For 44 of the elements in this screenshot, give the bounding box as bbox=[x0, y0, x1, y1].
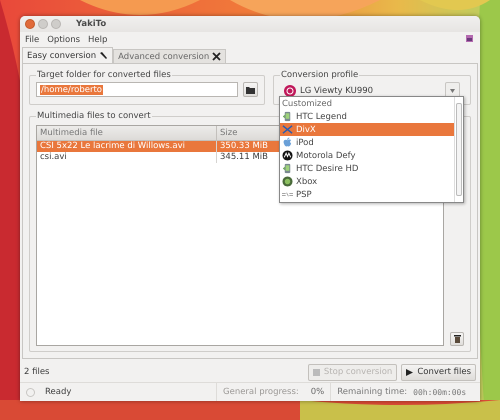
phone-icon bbox=[282, 111, 293, 122]
dropdown-option[interactable]: Xbox bbox=[280, 175, 454, 188]
dropdown-option[interactable]: PSP bbox=[280, 188, 454, 201]
status-text: Ready bbox=[45, 387, 72, 397]
browse-button[interactable] bbox=[243, 82, 258, 97]
tab[interactable]: Easy conversion bbox=[22, 47, 114, 63]
progress-value: 0% bbox=[310, 387, 324, 397]
window-title: YakiTo bbox=[76, 19, 106, 29]
table-cell[interactable]: csi.avi bbox=[37, 152, 217, 163]
cross-icon bbox=[282, 124, 293, 135]
dropdown-option[interactable]: HTC Desire HD bbox=[280, 162, 454, 175]
dropdown-option[interactable]: Customized bbox=[280, 97, 454, 110]
phone-icon bbox=[282, 163, 293, 174]
wrench-icon bbox=[99, 51, 108, 60]
dropdown-option[interactable]: HTC Legend bbox=[280, 110, 454, 123]
folder-icon bbox=[246, 86, 255, 94]
apple-icon bbox=[282, 137, 293, 148]
play-icon bbox=[406, 368, 414, 376]
dropdown-option[interactable]: Motorola Defy bbox=[280, 149, 454, 162]
caret-icon bbox=[450, 88, 455, 92]
status-indicator bbox=[26, 388, 35, 396]
menu-item[interactable]: Help bbox=[87, 34, 108, 44]
dropdown-option[interactable]: iPod bbox=[280, 136, 454, 149]
sphere-icon bbox=[282, 176, 293, 187]
file-count: 2 files bbox=[24, 367, 50, 377]
progress-label: General progress: bbox=[223, 387, 299, 397]
tools-icon bbox=[212, 52, 222, 61]
remaining-label: Remaining time: bbox=[337, 387, 408, 397]
close-button[interactable] bbox=[25, 19, 35, 29]
logo-icon bbox=[282, 150, 293, 161]
tray-icon bbox=[465, 34, 474, 43]
tab[interactable]: Advanced conversion bbox=[113, 49, 226, 63]
menu-item[interactable]: Options bbox=[46, 34, 82, 44]
stop-icon bbox=[312, 368, 320, 376]
remaining-value: 00h:00m:00s bbox=[413, 388, 466, 396]
group-label: Target folder for converted files bbox=[36, 70, 172, 80]
convert-button[interactable]: Convert files bbox=[401, 364, 476, 380]
column-header[interactable]: Multimedia file bbox=[37, 126, 217, 141]
menu-item[interactable]: File bbox=[24, 34, 40, 44]
group-label: Conversion profile bbox=[280, 70, 360, 80]
trash-icon bbox=[454, 335, 460, 343]
group-label: Multimedia files to convert bbox=[36, 111, 152, 121]
scrollbar[interactable] bbox=[454, 97, 463, 202]
delete-button[interactable] bbox=[450, 332, 464, 346]
